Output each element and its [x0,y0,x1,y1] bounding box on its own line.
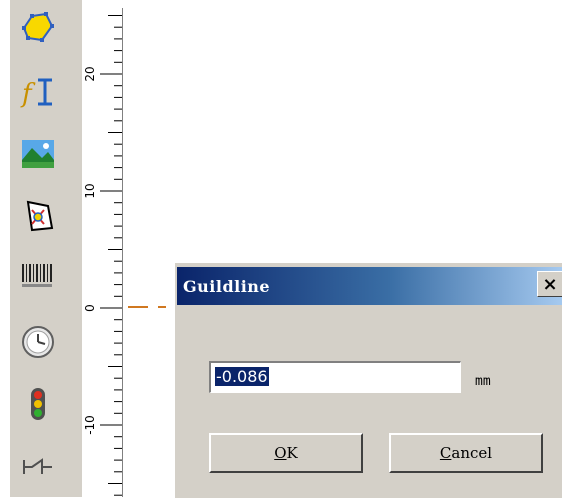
svg-text:f: f [20,79,36,109]
line-tool-icon [23,458,52,474]
text-tool-button[interactable]: f [18,72,58,112]
barcode-tool-button[interactable] [18,256,58,296]
ruler-label: -10 [83,415,97,435]
unit-label: mm [475,374,491,389]
dialog-title: Guildline [183,277,271,296]
vertical-ruler: 20 10 0 -10 [82,8,123,497]
guide-line [128,306,166,308]
cancel-button[interactable]: Cancel [389,433,543,473]
polygon-tool-button[interactable] [18,6,58,46]
ruler-label: 10 [83,183,97,198]
guideline-dialog: Guildline × -0.086 mm OK Cancel [174,262,562,498]
ok-button[interactable]: OK [209,433,363,473]
position-input-value: -0.086 [215,367,269,386]
traffic-light-icon [31,388,45,420]
dialog-title-bar[interactable]: Guildline × [177,267,562,305]
traffic-light-button[interactable] [18,384,58,424]
ruler-ticks: 20 10 0 -10 [83,15,122,496]
close-icon: × [542,274,558,295]
cancel-label-rest: ancel [451,444,493,462]
ok-mnemonic: O [274,444,287,462]
ruler-label: 0 [83,304,97,312]
image-tool-icon [22,140,54,168]
cancel-mnemonic: C [439,444,452,462]
image-tool-button[interactable] [18,134,58,174]
ruler-label: 20 [83,66,97,81]
clock-tool-button[interactable] [18,322,58,362]
ok-label-rest: K [286,444,298,462]
text-tool-icon: f [20,78,52,109]
barcode-icon [22,264,52,287]
clock-icon [22,326,54,358]
line-tool-button[interactable] [18,446,58,486]
toolbar: f [0,0,82,497]
position-input[interactable]: -0.086 [209,361,461,393]
close-button[interactable]: × [537,271,562,297]
polygon-icon [22,12,54,42]
vector-file-button[interactable] [18,196,58,236]
vector-file-icon [26,200,54,232]
